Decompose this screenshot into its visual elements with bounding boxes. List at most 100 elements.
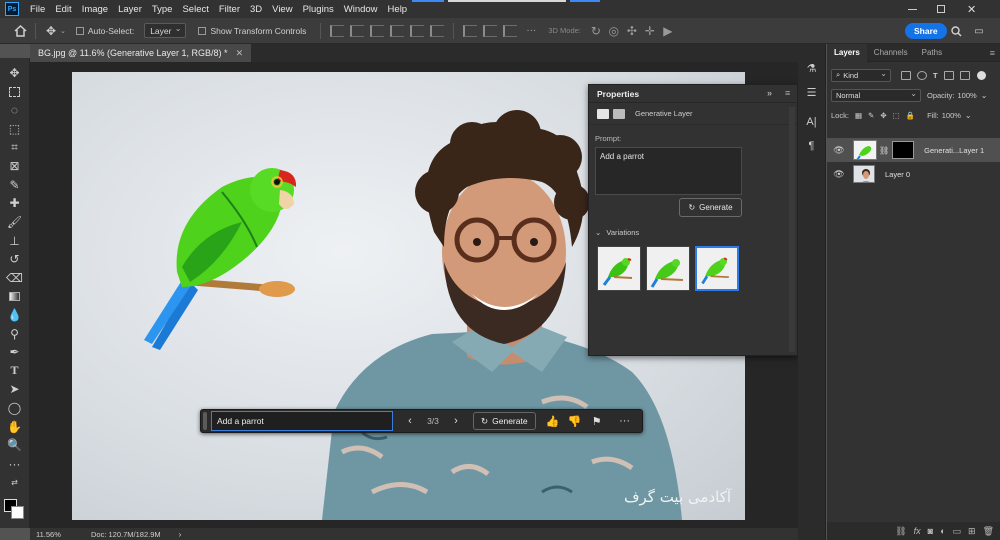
- home-icon[interactable]: [11, 22, 29, 40]
- dodge-tool-icon[interactable]: ⚲: [6, 324, 24, 343]
- zoom-level[interactable]: 11.56%: [36, 530, 91, 539]
- path-selection-tool-icon[interactable]: ➤: [6, 380, 24, 399]
- report-flag-icon[interactable]: ⚑: [586, 411, 608, 431]
- eyedropper-tool-icon[interactable]: ✎: [6, 176, 24, 195]
- thumbs-up-icon[interactable]: 👍: [542, 411, 564, 431]
- menu-file[interactable]: File: [25, 4, 50, 15]
- collapse-panel-icon[interactable]: »: [767, 88, 772, 98]
- visibility-eye-icon[interactable]: 👁: [831, 169, 847, 180]
- default-colors-icon[interactable]: ⇄: [6, 473, 24, 492]
- clone-stamp-tool-icon[interactable]: ⊥: [6, 231, 24, 250]
- generative-prompt-input[interactable]: [211, 411, 393, 431]
- menu-layer[interactable]: Layer: [113, 4, 147, 15]
- filter-smart-object-icon[interactable]: [959, 70, 970, 80]
- align-right-icon[interactable]: [370, 24, 385, 37]
- visibility-eye-icon[interactable]: 👁: [831, 145, 847, 156]
- tool-preset-chevron-icon[interactable]: ⌄: [60, 27, 66, 35]
- minimize-icon[interactable]: [908, 0, 917, 18]
- align-left-icon[interactable]: [330, 24, 345, 37]
- tab-paths[interactable]: Paths: [915, 44, 949, 62]
- gradient-tool-icon[interactable]: [6, 287, 24, 306]
- menu-view[interactable]: View: [267, 4, 297, 15]
- opacity-value[interactable]: 100%: [958, 91, 977, 100]
- 3d-camera-icon[interactable]: ▶: [659, 22, 677, 40]
- pen-tool-icon[interactable]: ✒: [6, 343, 24, 362]
- variation-thumbnail-2[interactable]: [646, 246, 690, 291]
- share-button[interactable]: Share: [905, 23, 947, 39]
- maximize-icon[interactable]: [937, 0, 945, 18]
- menu-3d[interactable]: 3D: [245, 4, 267, 15]
- align-middle-icon[interactable]: [410, 24, 425, 37]
- auto-select-checkbox[interactable]: Auto-Select:: [75, 26, 134, 36]
- variations-header[interactable]: ⌄ Variations: [595, 228, 639, 237]
- close-tab-icon[interactable]: ✕: [236, 48, 244, 59]
- chevron-down-icon[interactable]: ⌄: [981, 91, 988, 100]
- layer-row-layer-0[interactable]: 👁 Layer 0: [827, 162, 1000, 186]
- more-options-icon[interactable]: ···: [614, 411, 636, 431]
- variation-thumbnail-3[interactable]: [695, 246, 739, 291]
- align-center-icon[interactable]: [350, 24, 365, 37]
- move-tool-icon[interactable]: ✥: [6, 64, 24, 83]
- type-tool-icon[interactable]: T: [6, 362, 24, 381]
- filter-pixel-icon[interactable]: [901, 70, 911, 80]
- new-group-icon[interactable]: ▭: [953, 526, 962, 537]
- menu-select[interactable]: Select: [177, 4, 213, 15]
- ellipse-tool-icon[interactable]: ◯: [6, 399, 24, 418]
- blur-tool-icon[interactable]: 💧: [6, 306, 24, 325]
- filter-type-icon[interactable]: T: [933, 71, 938, 80]
- status-expand-icon[interactable]: ›: [179, 530, 182, 539]
- adjustments-icon[interactable]: ☰: [804, 84, 820, 100]
- next-variation-button[interactable]: ›: [445, 411, 467, 431]
- layer-row-generative[interactable]: 👁 ⛓ Generati...Layer 1: [827, 138, 1000, 162]
- lasso-tool-icon[interactable]: ◌: [6, 101, 24, 120]
- layer-style-icon[interactable]: fx: [914, 526, 921, 536]
- distribute-icon[interactable]: [483, 24, 498, 37]
- eraser-tool-icon[interactable]: ⌫: [6, 269, 24, 288]
- properties-generate-button[interactable]: ↻ Generate: [679, 198, 742, 217]
- 3d-roll-icon[interactable]: ◎: [605, 22, 623, 40]
- variation-thumbnail-1[interactable]: [597, 246, 641, 291]
- 3d-pan-icon[interactable]: ✣: [623, 22, 641, 40]
- character-icon[interactable]: A|: [804, 114, 820, 130]
- menu-window[interactable]: Window: [339, 4, 383, 15]
- marquee-tool-icon[interactable]: [6, 83, 24, 102]
- tab-channels[interactable]: Channels: [867, 44, 915, 62]
- distribute-icon[interactable]: [463, 24, 478, 37]
- blend-mode-dropdown[interactable]: Normal: [831, 88, 921, 102]
- filter-shape-icon[interactable]: [943, 70, 954, 80]
- frame-tool-icon[interactable]: ⊠: [6, 157, 24, 176]
- filter-kind-dropdown[interactable]: ⌕ Kind: [831, 68, 891, 82]
- move-tool-icon[interactable]: ✥: [42, 22, 60, 40]
- history-brush-tool-icon[interactable]: ↺: [6, 250, 24, 269]
- menu-help[interactable]: Help: [383, 4, 413, 15]
- link-layers-icon[interactable]: ⛓: [895, 526, 906, 537]
- distribute-icon[interactable]: [503, 24, 518, 37]
- panel-menu-icon[interactable]: ≡: [990, 48, 995, 58]
- search-icon[interactable]: [947, 22, 965, 40]
- previous-variation-button[interactable]: ‹: [399, 411, 421, 431]
- chevron-down-icon[interactable]: ⌄: [965, 111, 972, 120]
- lock-all-icon[interactable]: 🔒: [906, 111, 915, 120]
- healing-brush-tool-icon[interactable]: ✚: [6, 194, 24, 213]
- new-layer-icon[interactable]: ⊞: [968, 526, 976, 537]
- menu-plugins[interactable]: Plugins: [298, 4, 339, 15]
- zoom-tool-icon[interactable]: 🔍: [6, 436, 24, 455]
- add-mask-icon[interactable]: ◙: [928, 526, 933, 536]
- menu-image[interactable]: Image: [77, 4, 113, 15]
- more-options-icon[interactable]: ···: [526, 25, 536, 36]
- link-icon[interactable]: ⛓: [879, 146, 889, 155]
- mask-icon[interactable]: [613, 108, 625, 119]
- menu-edit[interactable]: Edit: [50, 4, 76, 15]
- delete-layer-icon[interactable]: 🗑: [983, 526, 994, 537]
- document-tab[interactable]: BG.jpg @ 11.6% (Generative Layer 1, RGB/…: [30, 44, 252, 62]
- panel-menu-icon[interactable]: ≡: [785, 88, 790, 98]
- crop-tool-icon[interactable]: ⌗: [6, 138, 24, 157]
- lock-position-icon[interactable]: ✥: [880, 111, 886, 120]
- hand-tool-icon[interactable]: ✋: [6, 417, 24, 436]
- close-icon[interactable]: ✕: [967, 0, 976, 18]
- filter-adjustment-icon[interactable]: [917, 70, 927, 80]
- object-selection-tool-icon[interactable]: ⬚: [6, 120, 24, 139]
- brush-tool-icon[interactable]: 🖌: [6, 213, 24, 232]
- align-bottom-icon[interactable]: [430, 24, 445, 37]
- background-color-swatch[interactable]: [11, 506, 24, 519]
